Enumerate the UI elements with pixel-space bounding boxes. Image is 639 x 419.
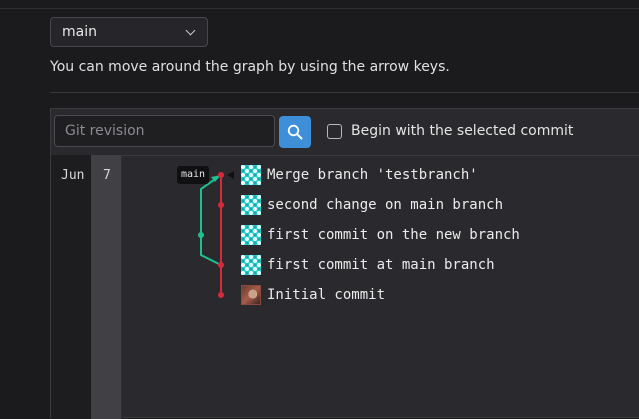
commit-graph-lines (198, 172, 224, 298)
commit-message: second change on main branch (267, 197, 504, 213)
avatar (241, 165, 261, 185)
commit-row[interactable]: Merge branch 'testbranch' (241, 163, 478, 187)
ref-tag-main[interactable]: main (177, 166, 210, 184)
commit-node (218, 202, 224, 208)
top-divider (0, 8, 639, 9)
help-text: You can move around the graph by using t… (50, 59, 450, 75)
commit-node (218, 292, 224, 298)
begin-with-selected-label[interactable]: Begin with the selected commit (351, 123, 573, 139)
commit-node (218, 172, 224, 178)
graph-toolbar: Begin with the selected commit (51, 109, 639, 156)
commit-row[interactable]: Initial commit (241, 283, 385, 307)
search-icon (287, 124, 303, 140)
branch-select-value: main (62, 24, 97, 40)
search-button[interactable] (279, 116, 311, 148)
graph-body: Jun 7 main Merge branch 'testbranch' sec… (51, 155, 639, 419)
chevron-down-icon (185, 25, 196, 36)
commit-row[interactable]: first commit at main branch (241, 253, 495, 277)
revision-input[interactable] (54, 115, 275, 147)
commit-message: Initial commit (267, 287, 386, 303)
begin-with-selected-checkbox[interactable] (327, 124, 342, 139)
feature-branch-line (200, 174, 222, 266)
branch-select[interactable]: main (50, 17, 208, 47)
commit-row[interactable]: second change on main branch (241, 193, 503, 217)
avatar (241, 285, 261, 305)
commit-graph-panel: Begin with the selected commit Jun 7 mai… (50, 108, 639, 419)
avatar (241, 225, 261, 245)
avatar (241, 195, 261, 215)
section-divider (50, 92, 639, 93)
commit-message: first commit at main branch (267, 257, 495, 273)
avatar (241, 255, 261, 275)
commit-node (218, 262, 224, 268)
commit-row[interactable]: first commit on the new branch (241, 223, 520, 247)
commit-message: Merge branch 'testbranch' (267, 167, 478, 183)
commit-node (198, 232, 204, 238)
commit-message: first commit on the new branch (267, 227, 520, 243)
